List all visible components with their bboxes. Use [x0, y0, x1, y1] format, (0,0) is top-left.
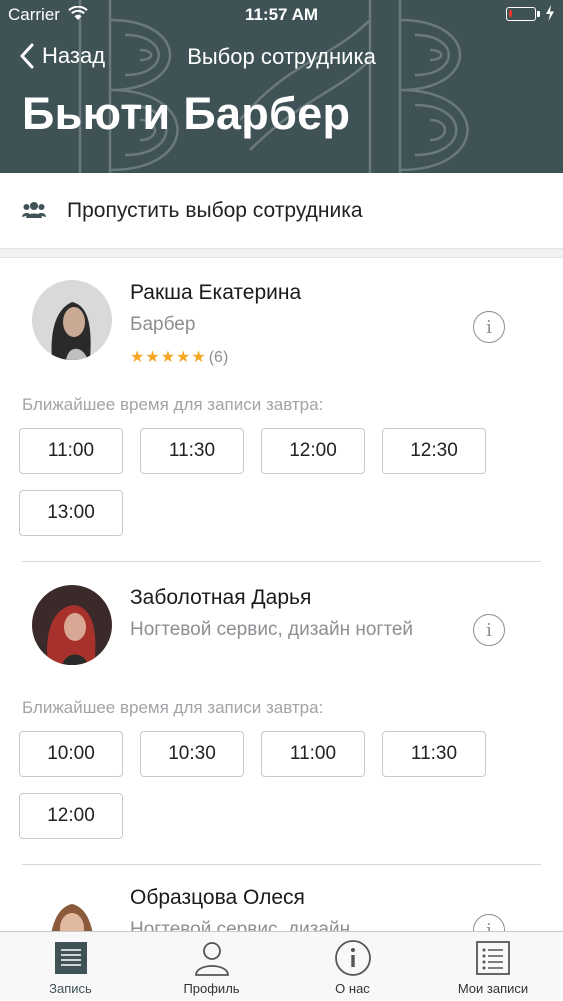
tab-bar: Запись Профиль О нас Мои записи — [0, 931, 563, 1000]
time-slot[interactable]: 13:00 — [19, 490, 123, 536]
time-slot[interactable]: 11:30 — [140, 428, 244, 474]
time-slot[interactable]: 12:00 — [19, 793, 123, 839]
employee-role: Ногтевой сервис, дизайн — [130, 919, 351, 931]
info-icon: i — [486, 919, 492, 932]
tab-profile[interactable]: Профиль — [141, 932, 282, 1001]
card-divider — [22, 864, 541, 865]
avatar — [32, 884, 112, 931]
status-bar: Carrier 11:57 AM — [0, 0, 563, 30]
rating-count: (6) — [208, 349, 229, 366]
nav-title: Выбор сотрудника — [0, 44, 563, 70]
time-slot[interactable]: 12:00 — [261, 428, 365, 474]
skip-label: Пропустить выбор сотрудника — [67, 199, 363, 222]
battery-tip — [537, 11, 540, 17]
time-slot[interactable]: 12:30 — [382, 428, 486, 474]
employee-info-button[interactable]: i — [473, 614, 505, 646]
nav-title-text: Выбор сотрудника — [187, 44, 376, 69]
profile-icon — [194, 942, 229, 976]
employee-name: Заболотная Дарья — [130, 586, 312, 609]
charging-bolt-icon — [546, 5, 554, 21]
info-icon: i — [486, 619, 492, 641]
time-slot[interactable]: 11:00 — [261, 731, 365, 777]
employee-card[interactable]: Заболотная Дарья Ногтевой сервис, дизайн… — [0, 563, 563, 866]
employee-role: Ногтевой сервис, дизайн ногтей — [130, 619, 414, 640]
tab-label: О нас — [335, 981, 370, 996]
avatar — [32, 280, 112, 360]
battery-icon — [506, 7, 536, 21]
skip-employee-button[interactable]: Пропустить выбор сотрудника — [0, 173, 563, 248]
header: Carrier 11:57 AM Назад Выбор сотрудника … — [0, 0, 563, 173]
nearest-time-label: Ближайшее время для записи завтра: — [22, 395, 324, 414]
time-slot[interactable]: 10:00 — [19, 731, 123, 777]
section-separator — [0, 248, 563, 258]
tab-about[interactable]: О нас — [282, 932, 423, 1001]
employee-name: Ракша Екатерина — [130, 281, 302, 304]
employee-role: Барбер — [130, 314, 196, 335]
card-divider — [22, 561, 541, 562]
time-slot[interactable]: 11:30 — [382, 731, 486, 777]
tab-my-bookings[interactable]: Мои записи — [423, 932, 563, 1001]
avatar — [32, 585, 112, 665]
employee-info-button[interactable]: i — [473, 311, 505, 343]
rating: ★★★★★ (6) — [130, 347, 228, 367]
users-icon — [22, 202, 46, 218]
employee-card[interactable]: Образцова Олеся Ногтевой сервис, дизайн … — [0, 866, 563, 931]
tab-label: Профиль — [183, 981, 240, 996]
tab-label: Запись — [49, 981, 92, 996]
salon-title: Бьюти Барбер — [22, 88, 351, 139]
time-slot[interactable]: 11:00 — [19, 428, 123, 474]
info-icon: i — [486, 316, 492, 338]
my-bookings-icon — [476, 941, 510, 975]
info-icon — [334, 940, 371, 976]
status-time: 11:57 AM — [244, 5, 319, 24]
employee-name: Образцова Олеся — [130, 886, 305, 909]
rating-stars: ★★★★★ — [130, 349, 207, 366]
tab-booking[interactable]: Запись — [0, 932, 141, 1001]
employee-info-button[interactable]: i — [473, 914, 505, 931]
nearest-time-label: Ближайшее время для записи завтра: — [22, 698, 324, 717]
tab-label: Мои записи — [457, 981, 529, 996]
employee-card[interactable]: Ракша Екатерина Барбер ★★★★★ (6) i Ближай… — [0, 258, 563, 563]
time-slot[interactable]: 10:30 — [140, 731, 244, 777]
booking-list-icon — [54, 942, 87, 974]
